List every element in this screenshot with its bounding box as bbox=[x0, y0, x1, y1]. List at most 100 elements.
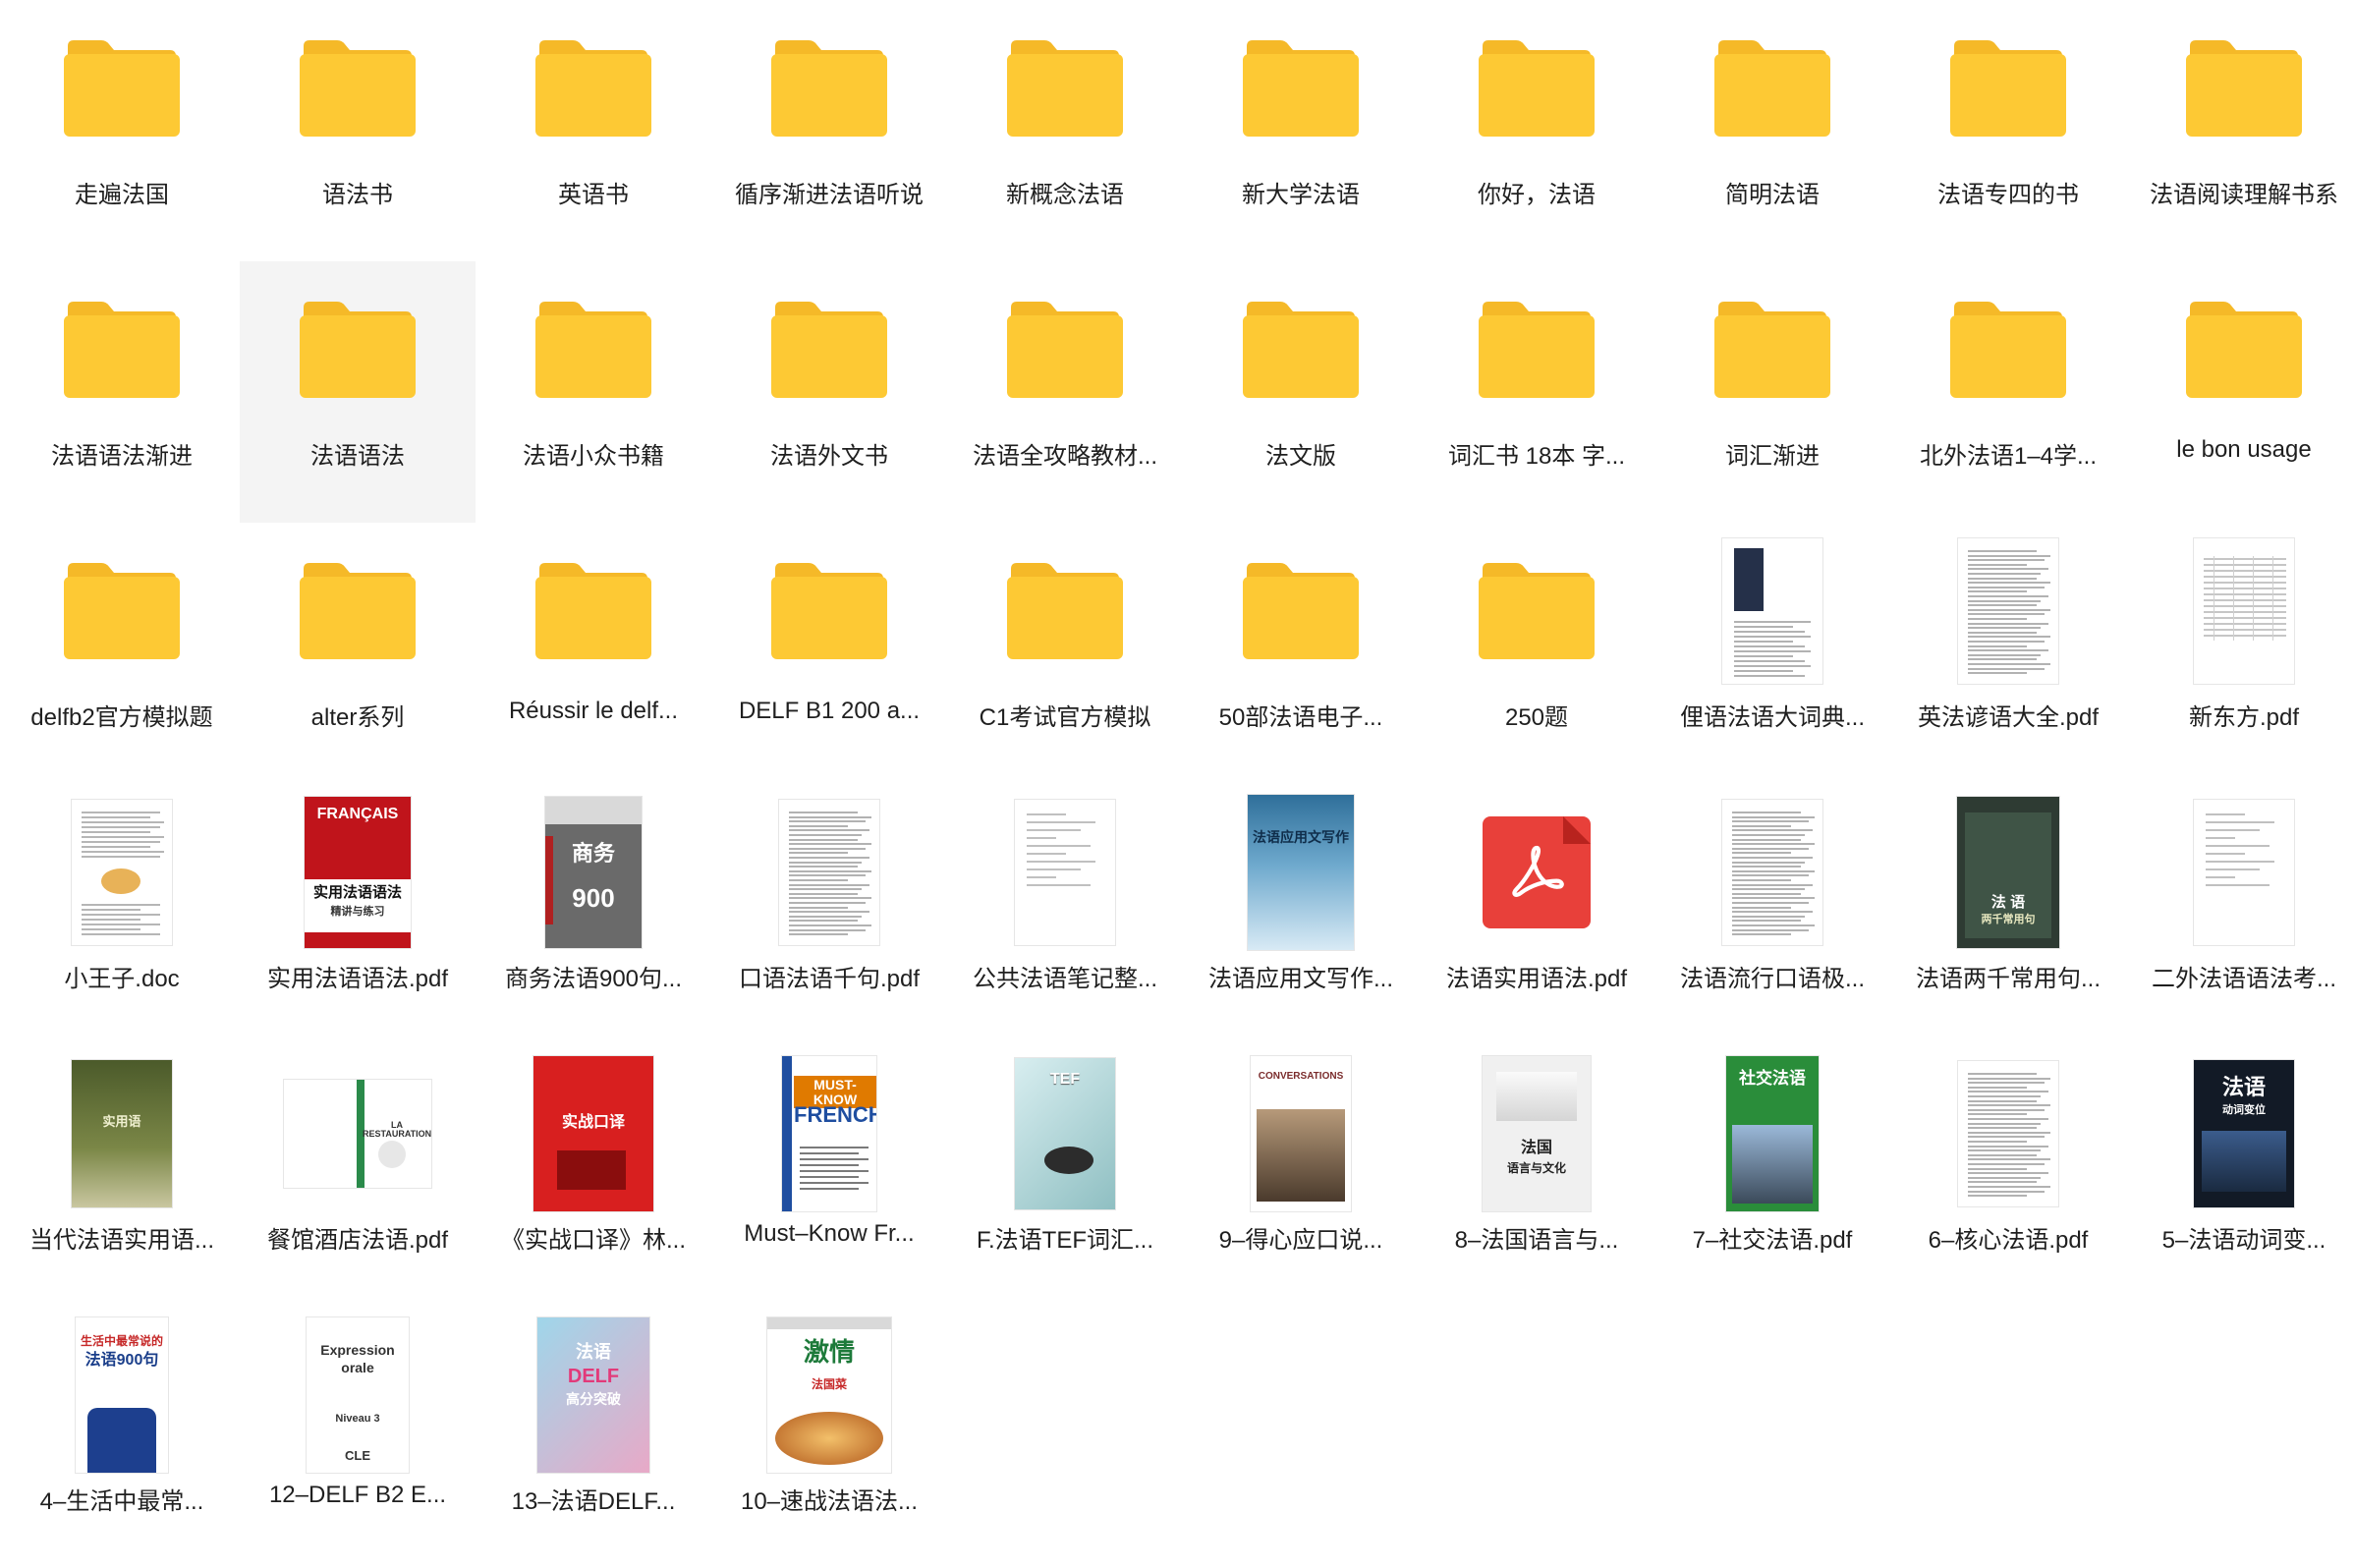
file-item[interactable]: 生活中最常说的 法语900句 4–生活中最常... bbox=[4, 1307, 240, 1568]
file-item[interactable]: 实用语 当代法语实用语... bbox=[4, 1045, 240, 1307]
folder-item[interactable]: 法语阅读理解书系 bbox=[2126, 0, 2354, 261]
text-line bbox=[1732, 869, 1815, 872]
item-icon-area bbox=[476, 10, 711, 167]
folder-item[interactable]: C1考试官方模拟 bbox=[947, 523, 1183, 784]
text-line bbox=[789, 883, 869, 886]
file-item[interactable]: 俚语法语大词典... bbox=[1654, 523, 1890, 784]
file-thumbnail: 商务 900 bbox=[544, 796, 643, 949]
file-thumbnail: 法语 DELF 高分突破 bbox=[536, 1316, 650, 1474]
text-line bbox=[82, 856, 160, 858]
file-item[interactable]: Expression orale Niveau 3 CLE 12–DELF B2 E..… bbox=[240, 1307, 476, 1568]
text-line bbox=[1968, 1108, 2045, 1111]
file-item[interactable]: 小王子.doc bbox=[4, 784, 240, 1045]
folder-item[interactable]: 法语语法 bbox=[240, 261, 476, 523]
folder-item[interactable]: 法文版 bbox=[1183, 261, 1419, 523]
text-line bbox=[1968, 559, 2045, 562]
file-thumbnail bbox=[1721, 799, 1823, 946]
folder-item[interactable]: 法语外文书 bbox=[711, 261, 947, 523]
text-line bbox=[1732, 812, 1801, 813]
item-icon-area: MUST-KNOW FRENCH bbox=[711, 1055, 947, 1212]
text-line bbox=[1732, 933, 1791, 936]
text-line bbox=[1968, 568, 2048, 571]
folder-item[interactable]: 50部法语电子... bbox=[1183, 523, 1419, 784]
text-line bbox=[1968, 644, 2027, 647]
folder-item[interactable]: 走遍法国 bbox=[4, 0, 240, 261]
file-item[interactable]: 法语 DELF 高分突破 13–法语DELF... bbox=[476, 1307, 711, 1568]
item-name: 法语两千常用句... bbox=[1915, 966, 2101, 992]
text-line bbox=[82, 933, 160, 935]
folder-item[interactable]: 法语专四的书 bbox=[1890, 0, 2126, 261]
text-line bbox=[1732, 815, 1815, 818]
file-item[interactable]: 实战口译 《实战口译》林... bbox=[476, 1045, 711, 1307]
folder-item[interactable]: 法语全攻略教材... bbox=[947, 261, 1183, 523]
file-item[interactable]: 法语应用文写作 法语应用文写作... bbox=[1183, 784, 1419, 1045]
folder-item[interactable]: 法语语法渐进 bbox=[4, 261, 240, 523]
folder-item[interactable]: 你好，法语 bbox=[1419, 0, 1654, 261]
text-line bbox=[789, 829, 869, 832]
file-item[interactable]: CONVERSATIONS 9–得心应口说... bbox=[1183, 1045, 1419, 1307]
item-icon-area bbox=[4, 532, 240, 690]
text-line bbox=[1968, 627, 2041, 630]
file-item[interactable]: 6–核心法语.pdf bbox=[1890, 1045, 2126, 1307]
folder-item[interactable]: DELF B1 200 a... bbox=[711, 523, 947, 784]
text-line bbox=[789, 879, 848, 881]
cover-image: Expression orale Niveau 3 CLE bbox=[306, 1316, 410, 1474]
file-item[interactable]: 公共法语笔记整... bbox=[947, 784, 1183, 1045]
file-item[interactable]: 口语法语千句.pdf bbox=[711, 784, 947, 1045]
text-line bbox=[1027, 813, 1066, 815]
folder-item[interactable]: 语法书 bbox=[240, 0, 476, 261]
folder-item[interactable]: alter系列 bbox=[240, 523, 476, 784]
cover-subtitle: 法国菜 bbox=[811, 1377, 847, 1391]
folder-item[interactable]: 250题 bbox=[1419, 523, 1654, 784]
file-item[interactable]: TEF F.法语TEF词汇... bbox=[947, 1045, 1183, 1307]
cover-subtitle: FRENCH bbox=[794, 1102, 877, 1127]
text-line bbox=[1732, 824, 1791, 827]
folder-item[interactable]: 简明法语 bbox=[1654, 0, 1890, 261]
folder-item[interactable]: 新大学法语 bbox=[1183, 0, 1419, 261]
text-line bbox=[1732, 883, 1813, 886]
text-line bbox=[1968, 1099, 2037, 1102]
file-item[interactable]: 新东方.pdf bbox=[2126, 523, 2354, 784]
text-line bbox=[1732, 866, 1801, 868]
text-line bbox=[789, 834, 862, 836]
item-icon-area: CONVERSATIONS bbox=[1183, 1055, 1419, 1212]
file-item[interactable]: 法语 动词变位 5–法语动词变... bbox=[2126, 1045, 2354, 1307]
cover-subtitle: 法语900句 bbox=[84, 1352, 159, 1369]
folder-item[interactable]: 英语书 bbox=[476, 0, 711, 261]
folder-item[interactable]: 法语小众书籍 bbox=[476, 261, 711, 523]
text-line bbox=[2204, 576, 2286, 578]
file-item[interactable]: MUST-KNOW FRENCH Must–Know Fr... bbox=[711, 1045, 947, 1307]
file-thumbnail: LA RESTAURATION bbox=[283, 1079, 432, 1189]
item-icon-area bbox=[240, 532, 476, 690]
file-item[interactable]: 社交法语 7–社交法语.pdf bbox=[1654, 1045, 1890, 1307]
text-line bbox=[1732, 843, 1815, 846]
folder-item[interactable]: 词汇书 18本 字... bbox=[1419, 261, 1654, 523]
item-name: 法语流行口语极... bbox=[1679, 966, 1865, 992]
folder-item[interactable]: 新概念法语 bbox=[947, 0, 1183, 261]
file-item[interactable]: 法 语两千常用句法语两千常用句... bbox=[1890, 784, 2126, 1045]
file-item[interactable]: 法语实用语法.pdf bbox=[1419, 784, 1654, 1045]
folder-item[interactable]: le bon usage bbox=[2126, 261, 2354, 523]
file-item[interactable]: 商务 900 商务法语900句... bbox=[476, 784, 711, 1045]
item-name: 5–法语动词变... bbox=[2161, 1227, 2326, 1254]
text-line bbox=[1732, 834, 1805, 836]
folder-icon bbox=[771, 40, 887, 137]
folder-item[interactable]: 循序渐进法语听说 bbox=[711, 0, 947, 261]
folder-item[interactable]: 词汇渐进 bbox=[1654, 261, 1890, 523]
text-line bbox=[82, 836, 164, 838]
file-item[interactable]: 二外法语语法考... bbox=[2126, 784, 2354, 1045]
folder-item[interactable]: 北外法语1–4学... bbox=[1890, 261, 2126, 523]
file-item[interactable]: 法语流行口语极... bbox=[1654, 784, 1890, 1045]
file-item[interactable]: LA RESTAURATION 餐馆酒店法语.pdf bbox=[240, 1045, 476, 1307]
file-item[interactable]: FRANÇAIS 实用法语语法 精讲与练习 实用法语语法.pdf bbox=[240, 784, 476, 1045]
text-line bbox=[800, 1182, 869, 1184]
file-item[interactable]: 英法谚语大全.pdf bbox=[1890, 523, 2126, 784]
cover-image: TEF bbox=[1014, 1057, 1116, 1210]
folder-item[interactable]: Réussir le delf... bbox=[476, 523, 711, 784]
file-item[interactable]: 法国 语言与文化 8–法国语言与... bbox=[1419, 1045, 1654, 1307]
file-thumbnail: 法 语两千常用句 bbox=[1956, 796, 2060, 949]
cover-header bbox=[767, 1317, 891, 1329]
text-line bbox=[789, 847, 866, 850]
folder-item[interactable]: delfb2官方模拟题 bbox=[4, 523, 240, 784]
file-item[interactable]: 激情 法国菜 10–速战法语法... bbox=[711, 1307, 947, 1568]
